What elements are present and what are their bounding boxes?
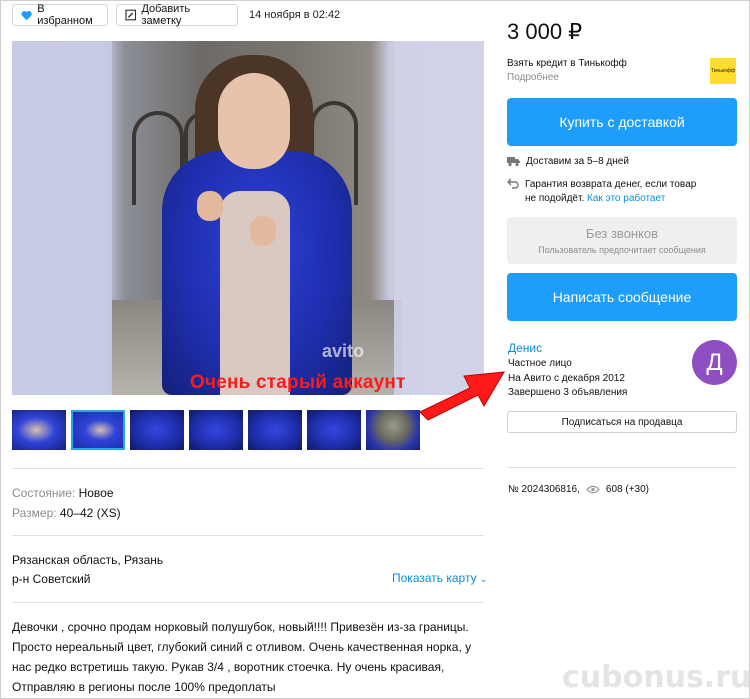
subscribe-seller-button[interactable]: Подписаться на продавца bbox=[507, 411, 737, 433]
avatar[interactable]: Д bbox=[692, 340, 737, 385]
thumbnail[interactable] bbox=[307, 410, 361, 450]
no-calls-title: Без звонков bbox=[585, 226, 659, 241]
description: Девочки , срочно продам норковый полушуб… bbox=[12, 617, 484, 697]
seller-name-link[interactable]: Денис bbox=[508, 341, 542, 355]
guarantee-info: Гарантия возврата денег, если товар не п… bbox=[507, 178, 696, 206]
chevron-down-icon: ⌄ bbox=[479, 574, 488, 584]
eye-icon bbox=[586, 485, 600, 494]
credit-title[interactable]: Взять кредит в Тинькофф bbox=[507, 58, 627, 69]
divider bbox=[507, 467, 737, 468]
tinkoff-logo: Тинькофф bbox=[710, 58, 736, 84]
photo-face bbox=[218, 73, 290, 169]
photo-watermark: avito bbox=[322, 341, 365, 361]
photo-blur-right bbox=[394, 41, 484, 395]
tinkoff-logo-text: Тинькофф bbox=[710, 68, 736, 74]
credit-more-link[interactable]: Подробнее bbox=[507, 72, 559, 83]
thumbnail[interactable] bbox=[189, 410, 243, 450]
param-size-value: 40–42 (XS) bbox=[59, 506, 121, 520]
description-line: Девочки , срочно продам норковый полушуб… bbox=[12, 620, 469, 634]
guarantee-line-2: не подойдёт. Как это работает bbox=[525, 192, 696, 206]
thumbnail[interactable] bbox=[12, 410, 66, 450]
no-calls-box: Без звонков Пользователь предпочитает со… bbox=[507, 217, 737, 264]
how-it-works-link[interactable]: Как это работает bbox=[587, 193, 665, 204]
seller-since: На Авито с декабря 2012 bbox=[508, 373, 625, 384]
description-line: Отправляю в регионы после 100% предоплат… bbox=[12, 680, 276, 694]
favorite-button[interactable]: В избранном bbox=[12, 3, 108, 27]
buy-with-delivery-button[interactable]: Купить с доставкой bbox=[507, 98, 737, 146]
main-photo[interactable]: avito bbox=[12, 41, 484, 395]
guarantee-text: Гарантия возврата денег, если товар не п… bbox=[525, 178, 696, 206]
posted-date: 14 ноября в 02:42 bbox=[249, 9, 341, 21]
param-condition-label: Состояние: bbox=[12, 486, 76, 500]
description-line: Просто нереальный цвет, глубокий синий с… bbox=[12, 640, 472, 654]
address-line-2: р-н Советский bbox=[12, 572, 91, 586]
item-stats: № 2024306816, 608 (+30) bbox=[508, 484, 649, 495]
site-watermark: cubonus.ru bbox=[562, 660, 750, 695]
note-icon bbox=[125, 9, 137, 21]
divider bbox=[12, 468, 484, 469]
favorite-label: В избранном bbox=[37, 3, 93, 27]
delivery-info: Доставим за 5–8 дней bbox=[507, 156, 629, 167]
param-size-label: Размер: bbox=[12, 506, 57, 520]
address-line-1: Рязанская область, Рязань bbox=[12, 553, 164, 567]
heart-icon bbox=[21, 10, 32, 20]
delivery-text: Доставим за 5–8 дней bbox=[526, 156, 629, 167]
return-arrow-icon bbox=[507, 178, 519, 189]
guarantee-line-1: Гарантия возврата денег, если товар bbox=[525, 179, 697, 190]
show-map-label: Показать карту bbox=[392, 571, 477, 585]
seller-completed[interactable]: Завершено 3 объявления bbox=[508, 387, 627, 398]
divider bbox=[12, 535, 484, 536]
add-note-label: Добавить заметку bbox=[141, 3, 191, 27]
param-size: Размер: 40–42 (XS) bbox=[12, 506, 121, 520]
seller-type: Частное лицо bbox=[508, 358, 572, 369]
show-map-link[interactable]: Показать карту ⌄ bbox=[392, 571, 487, 585]
param-condition: Состояние: Новое bbox=[12, 486, 114, 500]
guarantee-line-2-text: не подойдёт. bbox=[525, 193, 585, 204]
truck-icon bbox=[507, 157, 520, 167]
photo-blur-left bbox=[12, 41, 112, 395]
item-number: № 2024306816, bbox=[508, 484, 580, 495]
add-note-button[interactable]: Добавить заметку bbox=[116, 3, 238, 27]
description-line: нас редко встретишь такую. Рукав 3/4 , в… bbox=[12, 660, 445, 674]
thumbnail[interactable] bbox=[130, 410, 184, 450]
red-arrow-icon bbox=[419, 371, 505, 421]
write-message-button[interactable]: Написать сообщение bbox=[507, 273, 737, 321]
param-condition-value: Новое bbox=[78, 486, 114, 500]
thumbnail-selected[interactable] bbox=[71, 410, 125, 450]
no-calls-subtitle: Пользователь предпочитает сообщения bbox=[538, 245, 706, 255]
thumbnail-strip bbox=[12, 410, 420, 450]
photo-hand bbox=[197, 191, 223, 221]
views-count: 608 (+30) bbox=[605, 484, 649, 495]
divider bbox=[12, 602, 484, 603]
annotation-text: Очень старый аккаунт bbox=[190, 372, 406, 393]
thumbnail[interactable] bbox=[248, 410, 302, 450]
photo-hand bbox=[250, 216, 276, 246]
price: 3 000 ₽ bbox=[507, 19, 583, 44]
